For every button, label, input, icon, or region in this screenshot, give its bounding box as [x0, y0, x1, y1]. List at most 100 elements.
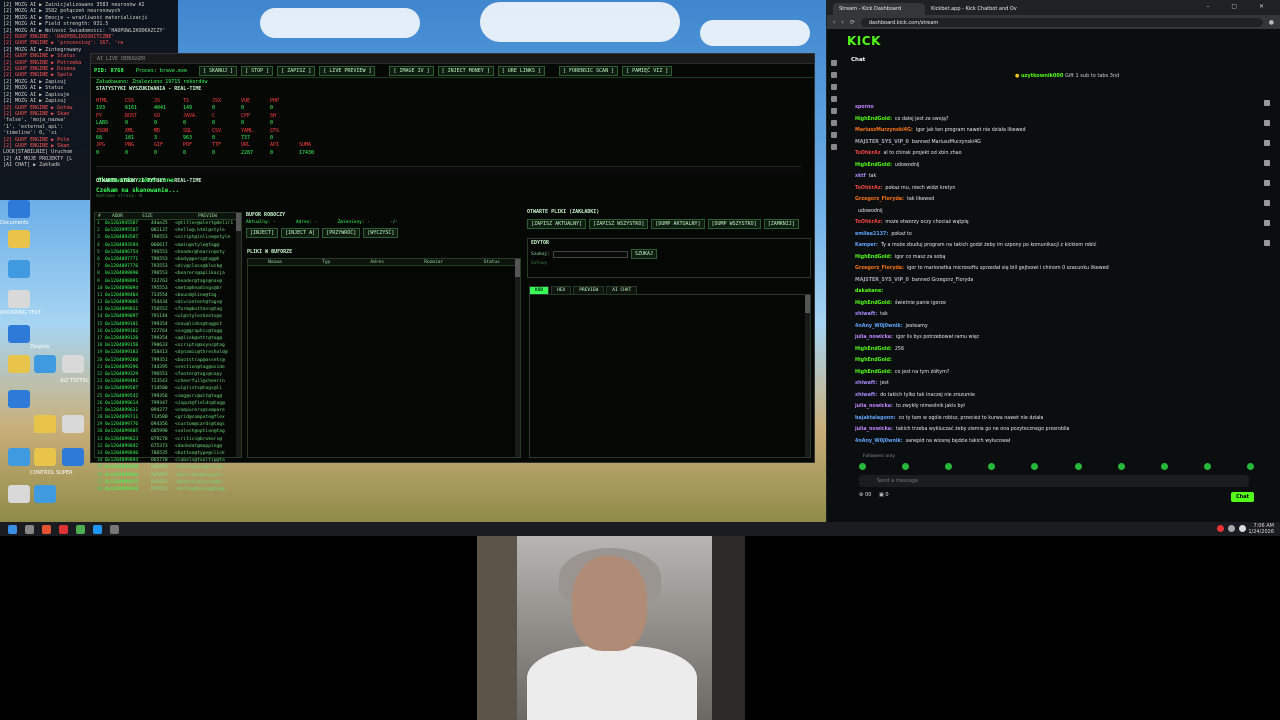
chat-username[interactable]: xktf: [855, 174, 866, 179]
col-header[interactable]: Adres: [367, 259, 387, 265]
table-row[interactable]: 9 0x1204098091 732763 <header@tags@nav@: [97, 278, 241, 285]
chat-username[interactable]: MariuszMurzynski4G:: [855, 128, 913, 133]
chat-send-button[interactable]: Chat: [1231, 492, 1254, 502]
chat-username[interactable]: julia_nowicka:: [855, 404, 893, 409]
table-row[interactable]: 12 0x1204099005 754434 <divcontent@tags@: [97, 299, 241, 306]
chat-message[interactable]: sporno: [855, 102, 1260, 114]
table-row[interactable]: 17 0x1204099120 799354 <a@link@attr@tag@: [97, 335, 241, 342]
table-row[interactable]: 31 0x1204099823 079278 <critics@brokers@: [97, 436, 241, 443]
desktop-icon[interactable]: [8, 325, 30, 343]
sidebar-icon[interactable]: [1264, 200, 1270, 206]
chat-message[interactable]: HighEndGold: igor co masz za sobą: [855, 252, 1260, 264]
search-button[interactable]: SZUKAJ: [630, 249, 658, 259]
table-row[interactable]: 26 0x1204099614 799347 <input@fields@tag@: [97, 400, 241, 407]
chat-username[interactable]: emilee2137:: [855, 232, 888, 237]
table-row[interactable]: 6 0x1204097771 796553 <body@pers@tag@h: [97, 256, 241, 263]
chat-message[interactable]: HighEndGold: udowodnij: [855, 160, 1260, 172]
chat-username[interactable]: bajaktalagonn:: [855, 416, 896, 421]
sidebar-icon[interactable]: [1264, 100, 1270, 106]
desktop-icon[interactable]: [34, 485, 56, 503]
col-header[interactable]: #: [95, 213, 109, 219]
emote-icon[interactable]: [1074, 463, 1082, 470]
table-row[interactable]: 4 0x1204093594 066617 <main@style@tag@: [97, 242, 241, 249]
table-row[interactable]: 29 0x1204099776 094356 <custom@cards@tags: [97, 421, 241, 428]
chat-message[interactable]: MariuszMurzynski4G: igor jak ten program …: [855, 125, 1260, 137]
table-row[interactable]: 23 0x1204099481 723543 <cheerfull@cheerin: [97, 378, 241, 385]
scrollbar[interactable]: [236, 213, 241, 457]
chat-username[interactable]: MAJSTER_SYS_VIP_0: [855, 140, 909, 145]
dump-current-button[interactable]: [DUMP AKTUALNY]: [651, 219, 705, 229]
col-header[interactable]: PREVIEW: [195, 213, 220, 219]
table-row[interactable]: 16 0x1204099102 727764 <svg@graphic@tag@: [97, 328, 241, 335]
scrollbar[interactable]: [515, 259, 520, 457]
profile-icon[interactable]: ●: [1269, 19, 1274, 26]
forensic-scan-button[interactable]: [ FORENSIC SCAN ]: [558, 65, 619, 76]
close-button[interactable]: [ZAMKNIJ]: [763, 219, 799, 229]
emote-icon[interactable]: [859, 463, 866, 470]
table-row[interactable]: 10 0x1204098094 795553 <meta@headings@br: [97, 285, 241, 292]
folder-icon[interactable]: [34, 448, 56, 466]
emote-icon[interactable]: [1203, 463, 1211, 470]
document-icon[interactable]: [62, 355, 84, 373]
table-row[interactable]: 18 0x1204099150 790633 <scripts@async@tag: [97, 342, 241, 349]
sidebar-icon[interactable]: [831, 96, 837, 102]
col-header[interactable]: ADDR: [109, 213, 139, 219]
browser-tab-kick-dashboard[interactable]: Stream - Kick Dashboard: [833, 3, 925, 15]
table-row[interactable]: 15 0x1204099101 799354 <nav@links@tag@it: [97, 321, 241, 328]
chat-message[interactable]: udowodnij: [855, 206, 1260, 218]
chat-message[interactable]: xhiwaft: tak: [855, 309, 1260, 321]
sidebar-icon[interactable]: [831, 84, 837, 90]
app-icon[interactable]: [110, 524, 119, 534]
window-controls[interactable]: – ▢ ✕: [1206, 3, 1274, 10]
restore-button[interactable]: [PRZYWRÓĆ]: [322, 228, 361, 238]
back-icon[interactable]: ‹: [833, 19, 835, 26]
chat-message[interactable]: julia_nowicka: to zwykły nimeolnik jakis …: [855, 401, 1260, 413]
chat-username[interactable]: Grzegorz_Floryda:: [855, 266, 904, 271]
document-icon[interactable]: [8, 290, 30, 308]
brave-icon[interactable]: [42, 524, 51, 534]
sidebar-icon[interactable]: [1264, 120, 1270, 126]
chat-username[interactable]: HighEndGold:: [855, 370, 892, 375]
tray-icon[interactable]: [1217, 525, 1224, 532]
table-row[interactable]: 19 0x1204099183 758413 <dynamic@threshold@: [97, 349, 241, 356]
table-row[interactable]: 13 0x1204099011 756552 <form@buttons@tag: [97, 306, 241, 313]
tray-icon[interactable]: [1239, 525, 1246, 532]
settings-icon[interactable]: ⚙: [859, 492, 863, 498]
emote-icon[interactable]: [1031, 463, 1039, 470]
save-all-button[interactable]: [ZAPISZ WSZYSTKO]: [589, 219, 649, 229]
table-row[interactable]: 33 0x1204099846 786535 <button@type@click: [97, 450, 241, 457]
chat-username[interactable]: 4nAny_W0j0wnik:: [855, 439, 903, 444]
scrollbar[interactable]: [805, 295, 810, 457]
chat-message[interactable]: xhiwaft: do takich tylko tak inaczej nie …: [855, 390, 1260, 402]
chat-message[interactable]: emilee2137: pokaż to: [855, 229, 1260, 241]
chat-message[interactable]: HighEndGold:: [855, 355, 1260, 367]
chat-username[interactable]: julia_nowicka:: [855, 427, 893, 432]
chat-username[interactable]: xhiwaft:: [855, 312, 877, 317]
chat-username[interactable]: sporno: [855, 105, 874, 110]
tray-icon[interactable]: [1228, 525, 1235, 532]
chat-message[interactable]: 4nAny_W0j0wnik: jesteamy: [855, 321, 1260, 333]
chat-username[interactable]: HighEndGold:: [855, 163, 892, 168]
table-row[interactable]: 32 0x1204099842 675373 <dankdat@mapping@: [97, 443, 241, 450]
sidebar-icon[interactable]: [831, 132, 837, 138]
save-current-button[interactable]: [ZAPISZ AKTUALNY]: [527, 219, 587, 229]
chat-message[interactable]: xktf tak: [855, 171, 1260, 183]
table-row[interactable]: 28 0x1204099711 714580 <grid@compute@flex: [97, 414, 241, 421]
folder-icon[interactable]: [8, 230, 30, 248]
app-icon[interactable]: [76, 524, 85, 534]
table-row[interactable]: 2 0x1203995587 081137 <hello@.html@style: [97, 227, 241, 234]
live-preview-button[interactable]: [ LIVE PREVIEW ]: [319, 65, 376, 76]
image-button[interactable]: [ IMAGE IV ]: [389, 65, 434, 76]
desktop-icon[interactable]: [8, 200, 30, 218]
emote-icon[interactable]: [1160, 463, 1168, 470]
chat-message[interactable]: dakakane:: [855, 286, 1260, 298]
emote-icon[interactable]: [902, 463, 910, 470]
inject-a-button[interactable]: [INJECT A]: [281, 228, 320, 238]
table-row[interactable]: 36 0x1204099904 665997 <decorate@tags@ra: [97, 472, 241, 479]
table-row[interactable]: 20 0x1204099260 799351 <bootstrap@assets@: [97, 357, 241, 364]
table-row[interactable]: 1 0x1203945587 44ae25 <@title>@alert@delir1: [97, 220, 241, 227]
browser-tab-kickbet[interactable]: Kickbet.app - Kick Chatbot and Overl: [925, 3, 1017, 15]
inject-button[interactable]: [INJECT]: [246, 228, 279, 238]
chat-username[interactable]: HighEndGold:: [855, 347, 892, 352]
emote-icon[interactable]: [945, 463, 953, 470]
